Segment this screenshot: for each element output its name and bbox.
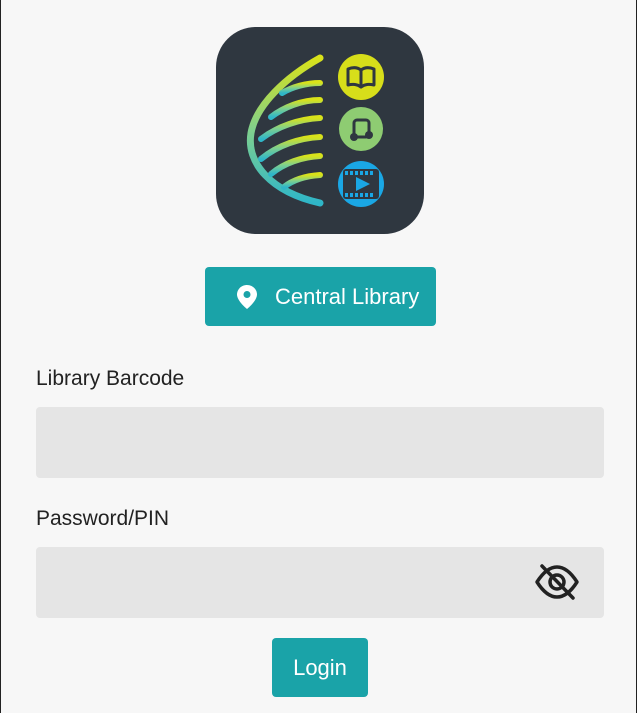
eye-off-icon (535, 564, 579, 600)
app-logo (216, 27, 424, 234)
location-pin-icon (237, 284, 257, 309)
pin-label: Password/PIN (36, 507, 170, 530)
video-play-icon (338, 161, 384, 207)
toggle-password-visibility-button[interactable] (534, 562, 580, 602)
library-app-logo-icon (246, 54, 384, 207)
pin-input[interactable] (36, 547, 604, 618)
library-location-button[interactable]: Central Library (205, 267, 436, 326)
barcode-label: Library Barcode (36, 367, 185, 390)
login-button[interactable]: Login (272, 638, 368, 697)
library-location-label: Central Library (275, 283, 420, 309)
barcode-input[interactable] (36, 407, 604, 478)
book-icon (338, 54, 384, 100)
music-note-icon (339, 107, 383, 151)
